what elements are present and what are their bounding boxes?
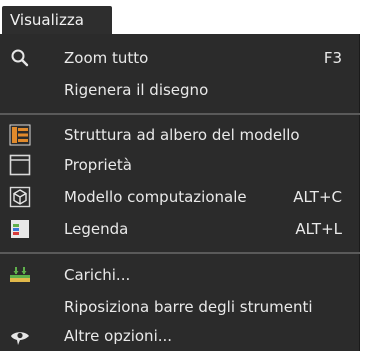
- menu-item-label: Proprietà: [64, 156, 132, 174]
- menu-item-zoom-tutto[interactable]: Zoom tutto F3: [0, 42, 360, 74]
- visualizza-dropdown-menu: Zoom tutto F3 Rigenera il disegno Strutt…: [0, 34, 360, 351]
- menu-item-proprieta[interactable]: Proprietà: [0, 149, 360, 181]
- menu-item-legenda[interactable]: Legenda ALT+L: [0, 213, 360, 245]
- menu-item-rigenera-disegno[interactable]: Rigenera il disegno: [0, 74, 360, 106]
- menu-item-label: Altre opzioni...: [64, 327, 173, 345]
- menu-item-label: Carichi...: [64, 266, 131, 284]
- menu-item-altre-opzioni[interactable]: Altre opzioni...: [0, 320, 360, 351]
- menu-separator: [0, 252, 360, 254]
- screen: Visualizza Zoom tutto F3 Rigenera il dis…: [0, 0, 372, 351]
- search-icon: [9, 47, 31, 69]
- menu-item-shortcut: ALT+L: [295, 220, 342, 238]
- menu-item-shortcut: ALT+C: [293, 188, 342, 206]
- menu-tab-label: Visualizza: [10, 11, 84, 29]
- menu-item-label: Legenda: [64, 220, 129, 238]
- menu-separator: [0, 113, 360, 115]
- loads-icon: [9, 264, 31, 286]
- cube-icon: [9, 186, 31, 208]
- menu-item-modello-computazionale[interactable]: Modello computazionale ALT+C: [0, 181, 360, 213]
- menu-item-riposiziona-barre[interactable]: Riposiziona barre degli strumenti: [0, 291, 360, 323]
- menu-item-struttura-albero[interactable]: Struttura ad albero del modello: [0, 119, 360, 151]
- menu-item-label: Riposiziona barre degli strumenti: [64, 298, 313, 316]
- legend-icon: [9, 218, 31, 240]
- menu-item-label: Rigenera il disegno: [64, 81, 209, 99]
- properties-panel-icon: [9, 154, 31, 176]
- menu-item-label: Zoom tutto: [64, 49, 149, 67]
- menu-item-label: Modello computazionale: [64, 188, 247, 206]
- menu-item-label: Struttura ad albero del modello: [64, 126, 300, 144]
- menu-visualizza-tab[interactable]: Visualizza: [2, 6, 112, 34]
- menu-item-shortcut: F3: [323, 49, 342, 67]
- tree-structure-icon: [9, 124, 31, 146]
- eye-icon: [9, 325, 31, 347]
- menu-item-carichi[interactable]: Carichi...: [0, 259, 360, 291]
